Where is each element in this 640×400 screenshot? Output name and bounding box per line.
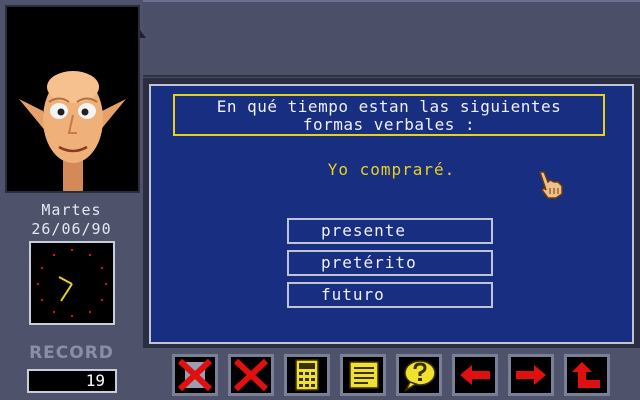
hand-cursor-icon: [538, 171, 563, 199]
clock-icon: [37, 249, 107, 317]
character-face-icon: [19, 71, 126, 191]
option-preterito-button[interactable]: pretérito: [287, 250, 493, 276]
notepad-button[interactable]: [340, 354, 386, 396]
question-line-2: formas verbales :: [302, 115, 476, 134]
option-presente-button[interactable]: presente: [287, 218, 493, 244]
arrow-right-button[interactable]: [508, 354, 554, 396]
day-label: Martes: [41, 201, 102, 219]
record-value: 19: [27, 369, 117, 393]
character-portrait: [5, 5, 140, 193]
analog-clock: [29, 241, 115, 325]
cross-icon: [233, 358, 269, 392]
help-icon: [404, 360, 436, 392]
calculator-button[interactable]: [284, 354, 330, 396]
cross-icon: [177, 358, 213, 392]
notepad-icon: [349, 361, 379, 389]
date-label: 26/06/90: [31, 220, 112, 238]
option-futuro-button[interactable]: futuro: [287, 282, 493, 308]
arrow-right-icon: [516, 365, 546, 385]
help-button[interactable]: [396, 354, 442, 396]
cross-button-2[interactable]: [228, 354, 274, 396]
record-label: RECORD: [29, 343, 114, 363]
question-line-1: En qué tiempo estan las siguientes: [216, 97, 562, 116]
arrow-left-button[interactable]: [452, 354, 498, 396]
return-button[interactable]: [564, 354, 610, 396]
arrow-left-icon: [460, 365, 490, 385]
calculator-icon: [295, 359, 319, 391]
cross-button-1[interactable]: [172, 354, 218, 396]
return-icon: [572, 362, 600, 388]
question-box: En qué tiempo estan las siguientes forma…: [173, 94, 605, 136]
top-band: [143, 0, 640, 77]
